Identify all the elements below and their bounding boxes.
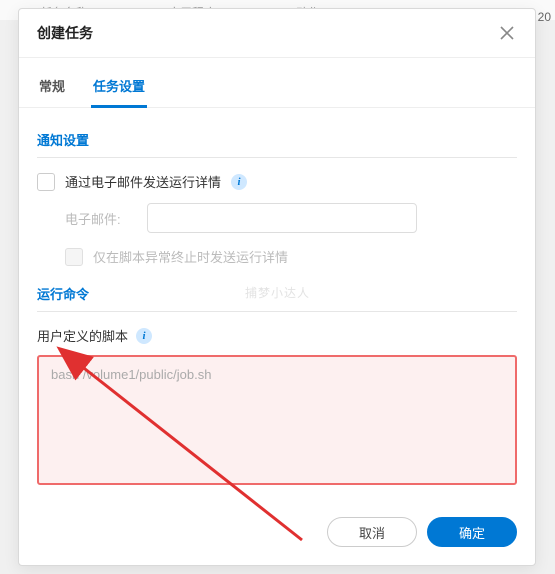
tab-general[interactable]: 常规 xyxy=(37,66,67,108)
script-header: 用户定义的脚本 i xyxy=(37,326,517,345)
modal-title: 创建任务 xyxy=(37,23,93,43)
email-field-row: 电子邮件: xyxy=(65,203,517,233)
email-field-label: 电子邮件: xyxy=(65,209,135,228)
create-task-modal: 创建任务 常规 任务设置 通知设置 通过电子邮件发送运行详情 i 电子邮件: 仅… xyxy=(18,8,536,566)
modal-body: 通知设置 通过电子邮件发送运行详情 i 电子邮件: 仅在脚本异常终止时发送运行详… xyxy=(19,108,535,503)
modal-header: 创建任务 xyxy=(19,9,535,58)
cancel-button[interactable]: 取消 xyxy=(327,517,417,547)
ok-button[interactable]: 确定 xyxy=(427,517,517,547)
close-button[interactable] xyxy=(497,23,517,43)
tab-task-settings[interactable]: 任务设置 xyxy=(91,66,147,108)
section-run-command-title: 运行命令 xyxy=(37,284,517,312)
only-on-error-label: 仅在脚本异常终止时发送运行详情 xyxy=(93,247,288,266)
info-icon[interactable]: i xyxy=(136,328,152,344)
email-input[interactable] xyxy=(147,203,417,233)
ok-button-label: 确定 xyxy=(459,523,485,542)
section-notification-title: 通知设置 xyxy=(37,130,517,158)
email-notify-row: 通过电子邮件发送运行详情 i xyxy=(37,172,517,191)
user-script-textarea[interactable] xyxy=(37,355,517,485)
bg-right-fragment: 20 xyxy=(538,10,551,24)
only-on-error-checkbox xyxy=(65,248,83,266)
close-icon xyxy=(500,26,514,40)
script-label: 用户定义的脚本 xyxy=(37,326,128,345)
only-on-error-row: 仅在脚本异常终止时发送运行详情 xyxy=(65,247,517,266)
email-notify-label: 通过电子邮件发送运行详情 xyxy=(65,172,221,191)
info-icon[interactable]: i xyxy=(231,174,247,190)
cancel-button-label: 取消 xyxy=(359,523,385,542)
modal-footer: 取消 确定 xyxy=(19,503,535,565)
tab-bar: 常规 任务设置 xyxy=(19,66,535,108)
email-notify-checkbox[interactable] xyxy=(37,173,55,191)
